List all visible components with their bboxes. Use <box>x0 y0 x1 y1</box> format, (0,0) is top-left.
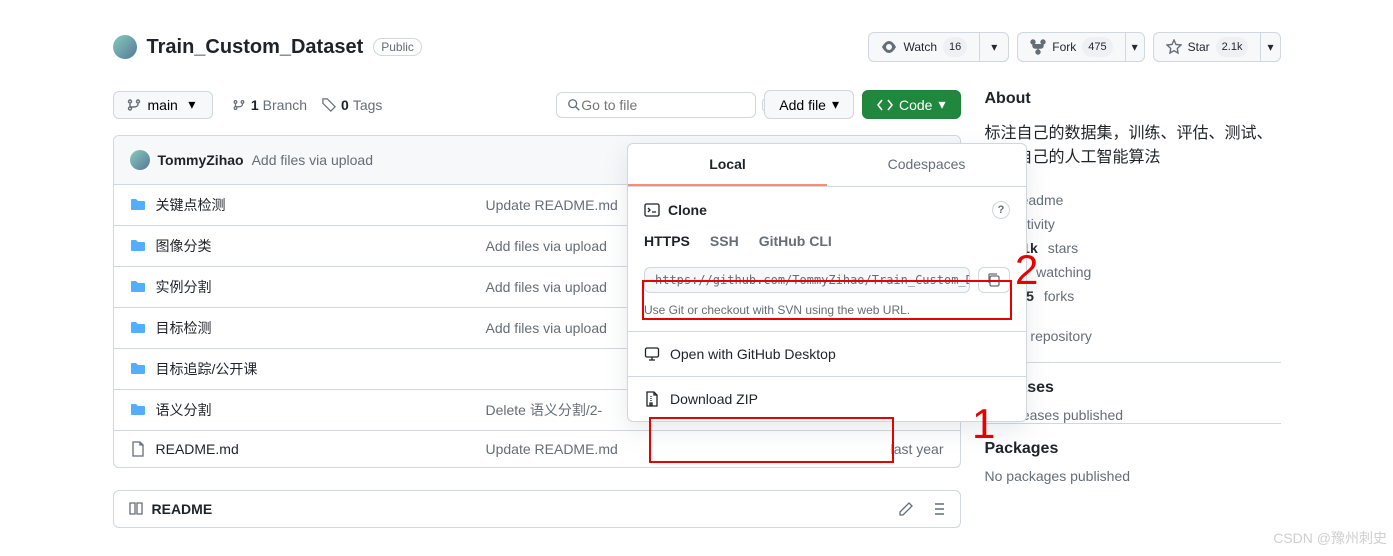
proto-ssh[interactable]: SSH <box>710 233 739 257</box>
owner-avatar[interactable] <box>113 35 137 59</box>
branches-link[interactable]: 1 Branch <box>231 97 307 113</box>
readme-panel-header: README <box>113 490 961 528</box>
folder-icon <box>130 320 146 336</box>
file-row[interactable]: README.md Update README.md last year <box>114 431 960 467</box>
star-icon <box>1166 39 1182 55</box>
code-button[interactable]: Code ▾ <box>862 90 961 119</box>
watching-link[interactable]: 16 watching <box>985 260 1281 284</box>
clone-hint: Use Git or checkout with SVN using the w… <box>644 303 1010 317</box>
code-dropdown-popover: Local Codespaces Clone ? HTTPS SSH GitHu… <box>627 143 1027 422</box>
file-time: last year <box>854 441 944 457</box>
forks-link[interactable]: 475 forks <box>985 284 1281 308</box>
stars-link[interactable]: 2.1k stars <box>985 236 1281 260</box>
eye-icon <box>881 39 897 55</box>
code-icon <box>877 97 893 113</box>
caret-down-icon: ▾ <box>938 96 945 113</box>
proto-cli[interactable]: GitHub CLI <box>759 233 832 257</box>
branch-icon <box>231 97 247 113</box>
commit-avatar[interactable] <box>130 150 150 170</box>
clone-label: Clone <box>668 202 707 218</box>
about-sidebar: About 标注自己的数据集，训练、评估、测试、部署自己的人工智能算法 Read… <box>985 90 1281 528</box>
folder-icon <box>130 197 146 213</box>
tags-link[interactable]: 0 Tags <box>321 97 382 113</box>
file-name[interactable]: 目标追踪/公开课 <box>156 359 476 379</box>
caret-down-icon: ▾ <box>832 96 839 113</box>
copy-url-button[interactable] <box>978 267 1010 293</box>
file-name[interactable]: 实例分割 <box>156 277 476 297</box>
desktop-icon <box>644 346 660 362</box>
folder-icon <box>130 361 146 377</box>
list-icon[interactable] <box>930 501 946 517</box>
proto-https[interactable]: HTTPS <box>644 233 690 257</box>
packages-title[interactable]: Packages <box>985 423 1281 458</box>
file-name[interactable]: 语义分割 <box>156 400 476 420</box>
watch-menu-button[interactable]: ▾ <box>979 32 1009 62</box>
commit-author[interactable]: TommyZihao <box>158 152 244 168</box>
file-search-input[interactable] <box>581 97 762 113</box>
open-desktop-item[interactable]: Open with GitHub Desktop <box>628 331 1026 376</box>
file-name[interactable]: 目标检测 <box>156 318 476 338</box>
watch-button[interactable]: Watch 16 <box>868 32 979 62</box>
releases-title[interactable]: Releases <box>985 362 1281 397</box>
file-icon <box>130 441 146 457</box>
folder-icon <box>130 402 146 418</box>
star-button[interactable]: Star 2.1k <box>1153 32 1261 62</box>
folder-icon <box>130 238 146 254</box>
commit-message[interactable]: Add files via upload <box>252 152 373 168</box>
book-icon <box>128 501 144 517</box>
file-name[interactable]: 图像分类 <box>156 236 476 256</box>
readme-label[interactable]: README <box>152 501 213 517</box>
tab-codespaces[interactable]: Codespaces <box>827 144 1026 186</box>
zip-icon <box>644 391 660 407</box>
about-title: About <box>985 90 1281 108</box>
star-menu-button[interactable]: ▾ <box>1260 32 1280 62</box>
file-toolbar: main ▾ 1 Branch 0 Tags <box>113 90 961 119</box>
visibility-badge: Public <box>373 38 422 56</box>
tab-local[interactable]: Local <box>628 144 827 186</box>
file-commit-msg[interactable]: Update README.md <box>486 441 844 457</box>
releases-none: No releases published <box>985 407 1281 423</box>
file-name[interactable]: 关键点检测 <box>156 195 476 215</box>
folder-icon <box>130 279 146 295</box>
activity-link[interactable]: Activity <box>985 212 1281 236</box>
packages-none: No packages published <box>985 468 1281 484</box>
pencil-icon[interactable] <box>898 501 914 517</box>
repo-name[interactable]: Train_Custom_Dataset <box>147 36 364 59</box>
file-name[interactable]: README.md <box>156 441 476 457</box>
fork-menu-button[interactable]: ▾ <box>1125 32 1145 62</box>
fork-button[interactable]: Fork 475 <box>1017 32 1124 62</box>
caret-down-icon: ▾ <box>986 39 1002 55</box>
download-zip-item[interactable]: Download ZIP <box>628 376 1026 421</box>
caret-down-icon: ▾ <box>184 97 200 113</box>
terminal-icon <box>644 202 660 218</box>
branch-select-button[interactable]: main ▾ <box>113 91 213 119</box>
watermark: CSDN @豫州刺史 <box>1273 528 1387 548</box>
help-icon[interactable]: ? <box>992 201 1010 219</box>
about-description: 标注自己的数据集，训练、评估、测试、部署自己的人工智能算法 <box>985 122 1281 170</box>
clone-url-input[interactable]: https://github.com/TommyZihao/Train_Cust… <box>644 267 970 293</box>
search-icon <box>567 97 581 113</box>
file-search[interactable]: t <box>556 92 756 118</box>
report-repository-link[interactable]: Report repository <box>985 328 1281 344</box>
readme-link[interactable]: Readme <box>985 188 1281 212</box>
tag-icon <box>321 97 337 113</box>
repo-header: Train_Custom_Dataset Public Watch 16 ▾ <box>113 0 1281 78</box>
fork-icon <box>1030 39 1046 55</box>
branch-icon <box>126 97 142 113</box>
add-file-button[interactable]: Add file ▾ <box>764 90 854 119</box>
